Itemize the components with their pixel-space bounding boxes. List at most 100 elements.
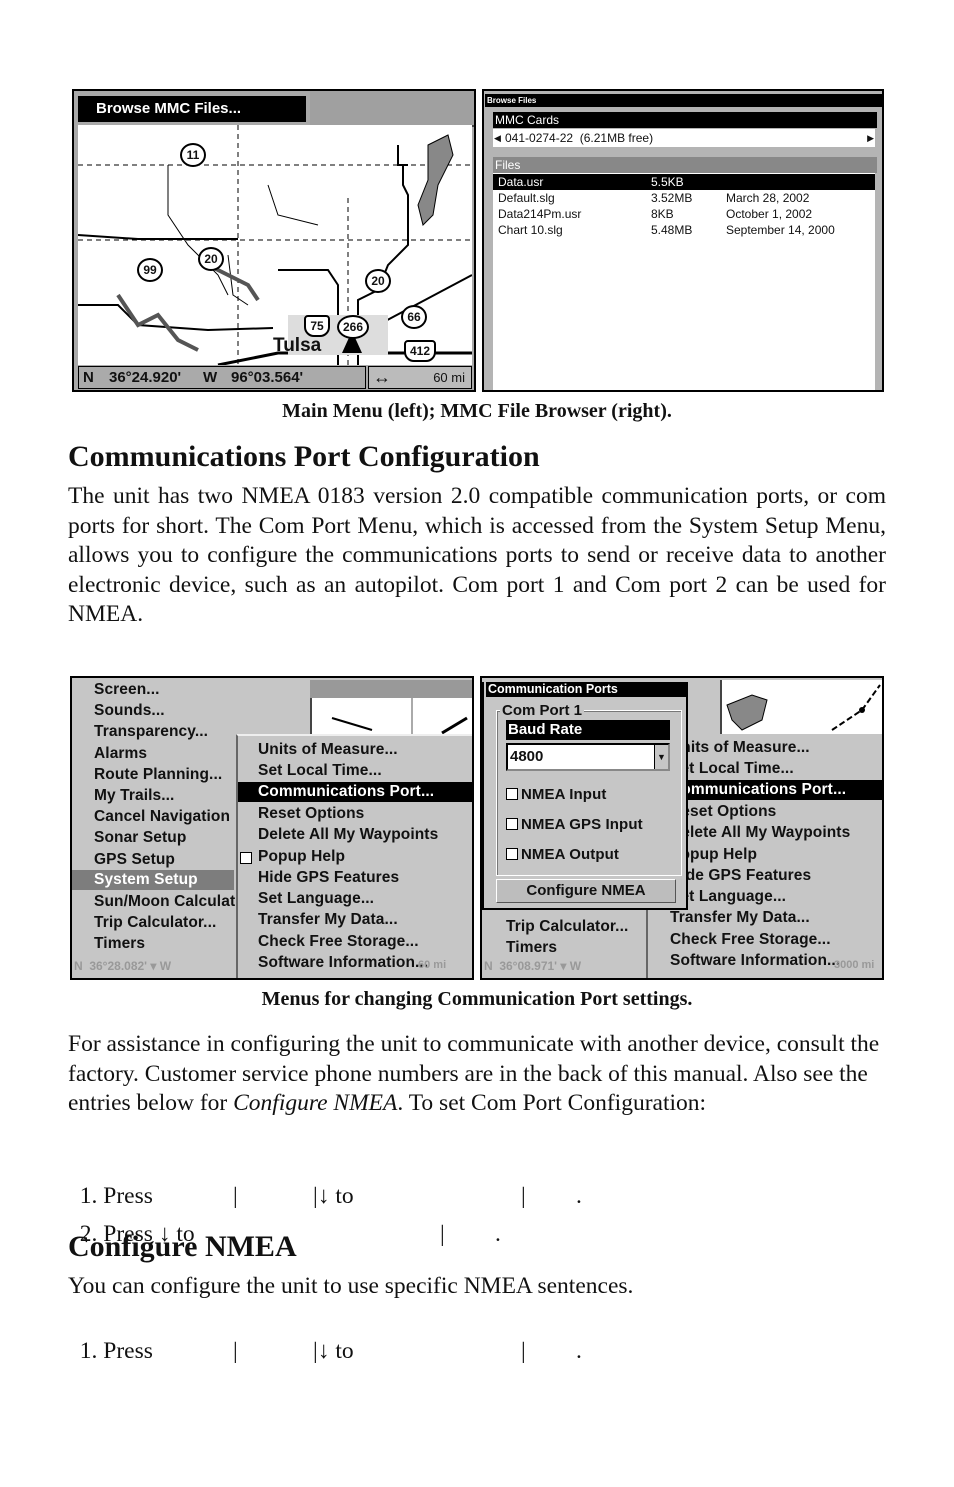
menu-item-check-free-storage[interactable]: Check Free Storage... xyxy=(670,931,831,949)
menu-item-reset-options[interactable]: Reset Options xyxy=(258,805,364,823)
menu-item-label: Route Planning... xyxy=(94,765,223,783)
mmc-cards-label: MMC Cards xyxy=(493,112,877,128)
step-text: . xyxy=(495,1221,501,1247)
menu-item-my-trails[interactable]: My Trails... xyxy=(94,787,174,805)
menu-item-trip-calculator[interactable]: Trip Calculator... xyxy=(506,918,628,936)
menu-item-popup-help[interactable]: Popup Help xyxy=(240,848,345,866)
menu-item-system-setup[interactable]: System Setup xyxy=(72,869,234,890)
menu-item-software-information[interactable]: Software Information... xyxy=(258,954,428,972)
communication-ports-dialog: Communication Ports Com Port 1 Baud Rate… xyxy=(482,682,688,910)
file-row[interactable]: Chart 10.slg 5.48MB September 14, 2000 xyxy=(493,222,875,238)
checkbox-label: NMEA Output xyxy=(521,846,620,863)
menu-item-label: Set Local Time... xyxy=(670,760,794,778)
menu-item-label: Software Information... xyxy=(670,952,841,969)
menu-item-transparency[interactable]: Transparency... xyxy=(94,723,208,741)
files-label: Files xyxy=(493,157,877,173)
checkbox-icon[interactable] xyxy=(506,818,518,830)
body-paragraph: The unit has two NMEA 0183 version 2.0 c… xyxy=(68,483,886,627)
checkbox-icon[interactable] xyxy=(240,851,252,864)
menu-item-hide-gps-features[interactable]: Hide GPS Features xyxy=(670,867,811,885)
file-name: Chart 10.slg xyxy=(498,223,563,237)
menu-item-label: System Setup xyxy=(94,870,198,888)
route-shield: 66 xyxy=(401,305,427,329)
baud-rate-select[interactable]: 4800 ▼ xyxy=(506,743,670,771)
map-area xyxy=(310,698,472,735)
emphasis-configure-nmea: Configure NMEA xyxy=(233,1090,398,1116)
step-separator: | xyxy=(521,1183,526,1209)
menu-item-route-planning[interactable]: Route Planning... xyxy=(94,766,222,784)
step-separator: | xyxy=(233,1183,238,1209)
nmea-gps-input-checkbox[interactable]: NMEA GPS Input xyxy=(506,816,643,833)
menu-item-label: Set Local Time... xyxy=(258,762,382,780)
lat-prefix: N xyxy=(83,369,94,386)
menu-item-label: Units of Measure... xyxy=(670,739,810,756)
figure-caption: Menus for changing Communication Port se… xyxy=(261,988,693,1010)
menu-item-label: Check Free Storage... xyxy=(258,932,419,950)
menu-item-set-local-time[interactable]: Set Local Time... xyxy=(670,760,794,778)
chevron-down-icon[interactable]: ▼ xyxy=(654,745,668,769)
position-readout: N 36°24.920' W 96°03.564' xyxy=(78,366,366,389)
menu-item-gps-setup[interactable]: GPS Setup xyxy=(94,851,175,869)
file-row[interactable]: Data214Pm.usr 8KB October 1, 2002 xyxy=(493,206,875,222)
paragraph-text: . To set Com Port Configuration: xyxy=(397,1090,707,1116)
file-size: 8KB xyxy=(651,207,674,221)
menu-item-sounds[interactable]: Sounds... xyxy=(94,702,165,720)
map-scale: 60 mi xyxy=(433,370,465,385)
menu-item-label: GPS Setup xyxy=(94,850,175,868)
menu-item-cancel-navigation[interactable]: Cancel Navigation xyxy=(94,808,230,826)
file-name: Data.usr xyxy=(498,175,544,189)
menu-item-label: Sonar Setup xyxy=(94,829,187,847)
arrow-right-icon[interactable]: ▶ xyxy=(867,129,874,147)
lon-prefix: W xyxy=(203,369,218,386)
checkbox-icon[interactable] xyxy=(506,848,518,860)
menu-item-timers[interactable]: Timers xyxy=(94,935,145,953)
longitude: 96°03.564' xyxy=(231,369,304,386)
menu-item-sonar-setup[interactable]: Sonar Setup xyxy=(94,829,186,847)
map-city-label: Tulsa xyxy=(273,335,322,356)
file-row[interactable]: Data.usr 5.5KB xyxy=(493,174,875,190)
arrow-left-icon[interactable]: ◀ xyxy=(494,129,501,147)
menu-item-label: Sun/Moon Calculat xyxy=(94,893,236,910)
mmc-card-selector[interactable]: ◀ 041-0274-22 (6.21MB free) ▶ xyxy=(493,129,875,147)
step-separator: | xyxy=(440,1221,445,1247)
menu-item-trip-calculator[interactable]: Trip Calculator... xyxy=(94,914,216,932)
file-size: 5.5KB xyxy=(651,175,684,189)
menu-item-units-of-measure[interactable]: Units of Measure... xyxy=(258,741,398,759)
route-shield: 99 xyxy=(137,258,163,282)
section-heading: Communications Port Configuration xyxy=(68,440,540,473)
nmea-input-checkbox[interactable]: NMEA Input xyxy=(506,786,606,803)
route-shield: 266 xyxy=(337,315,369,339)
checkbox-icon[interactable] xyxy=(506,788,518,800)
route-shield: 75 xyxy=(304,315,330,337)
menu-item-screen[interactable]: Screen... xyxy=(94,681,160,699)
menu-item-hide-gps-features[interactable]: Hide GPS Features xyxy=(258,869,399,887)
menu-item-software-information[interactable]: Software Information... xyxy=(670,952,840,970)
nmea-output-checkbox[interactable]: NMEA Output xyxy=(506,846,619,863)
menu-item-browse-mmc-files[interactable]: Browse MMC Files... xyxy=(78,96,306,122)
menu-item-label: Timers xyxy=(94,935,146,953)
menu-item-label: Sounds... xyxy=(94,702,165,720)
card-value: 041-0274-22 (6.21MB free) xyxy=(505,131,654,145)
menu-item-set-local-time[interactable]: Set Local Time... xyxy=(258,762,382,780)
menu-item-transfer-my-data[interactable]: Transfer My Data... xyxy=(670,909,810,927)
menu-item-delete-all-my-waypoints[interactable]: Delete All My Waypoints xyxy=(670,824,850,842)
file-list[interactable]: Data.usr 5.5KB Default.slg 3.52MB March … xyxy=(493,173,875,390)
menu-item-set-language[interactable]: Set Language... xyxy=(258,890,374,908)
menu-item-timers[interactable]: Timers xyxy=(506,939,557,957)
checkbox-label: NMEA GPS Input xyxy=(521,816,643,833)
step-text: 1. Press xyxy=(79,1338,153,1364)
menu-item-label: Trip Calculator... xyxy=(94,914,217,932)
menu-item-units-of-measure[interactable]: Units of Measure... xyxy=(670,739,810,757)
step-text: |↓ to xyxy=(313,1338,354,1364)
step-separator: | xyxy=(521,1338,526,1364)
menu-item-label: Software Information... xyxy=(258,954,429,971)
menu-item-label: Units of Measure... xyxy=(258,741,398,758)
menu-item-transfer-my-data[interactable]: Transfer My Data... xyxy=(258,911,398,929)
menu-item-alarms[interactable]: Alarms xyxy=(94,745,147,763)
menu-item-communications-port[interactable]: Communications Port... xyxy=(238,781,472,802)
menu-item-check-free-storage[interactable]: Check Free Storage... xyxy=(258,933,419,951)
menu-item-delete-all-my-waypoints[interactable]: Delete All My Waypoints xyxy=(258,826,438,844)
file-row[interactable]: Default.slg 3.52MB March 28, 2002 xyxy=(493,190,875,206)
menu-item-sun-moon-calculat[interactable]: Sun/Moon Calculat xyxy=(94,893,235,911)
configure-nmea-button[interactable]: Configure NMEA xyxy=(496,879,676,903)
